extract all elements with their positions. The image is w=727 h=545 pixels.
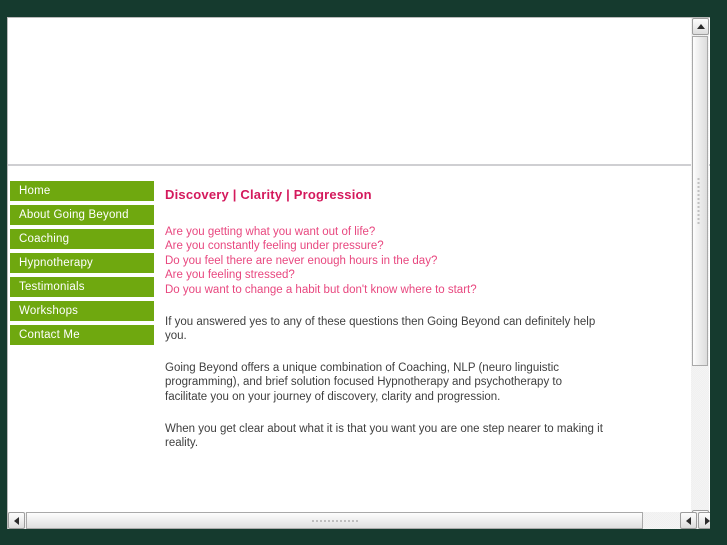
sidebar-item-hypnotherapy[interactable]: Hypnotherapy xyxy=(10,253,154,277)
horizontal-scrollbar-thumb[interactable] xyxy=(26,512,643,529)
question-item: Are you constantly feeling under pressur… xyxy=(165,240,384,253)
sidebar-item-contact-me[interactable]: Contact Me xyxy=(10,325,154,345)
scroll-left-icon xyxy=(13,516,19,525)
sidebar-item-label: Home xyxy=(19,185,51,197)
body-paragraph: Going Beyond offers a unique combination… xyxy=(165,361,562,403)
grip-icon xyxy=(311,519,359,523)
grip-icon xyxy=(697,177,704,225)
vertical-scrollbar-thumb[interactable] xyxy=(692,36,708,366)
sidebar-item-label: Hypnotherapy xyxy=(19,257,93,269)
scroll-right-button[interactable] xyxy=(698,512,710,529)
masthead-divider xyxy=(8,164,710,166)
scroll-left-button[interactable] xyxy=(8,512,25,529)
sidebar-item-label: Testimonials xyxy=(19,281,85,293)
sidebar-item-testimonials[interactable]: Testimonials xyxy=(10,277,154,301)
question-item: Are you getting what you want out of lif… xyxy=(165,225,376,238)
main-content: Discovery | Clarity | Progression Are yo… xyxy=(165,187,605,451)
sidebar-item-about-going-beyond[interactable]: About Going Beyond xyxy=(10,205,154,229)
sidebar-navigation: Home About Going Beyond Coaching Hypnoth… xyxy=(10,181,154,345)
sidebar-item-label: Coaching xyxy=(19,233,70,245)
question-item: Do you feel there are never enough hours… xyxy=(165,254,438,267)
sidebar-item-workshops[interactable]: Workshops xyxy=(10,301,154,325)
body-paragraph: If you answered yes to any of these ques… xyxy=(165,315,596,343)
sidebar-item-coaching[interactable]: Coaching xyxy=(10,229,154,253)
sidebar-item-home[interactable]: Home xyxy=(10,181,154,205)
scroll-left-icon xyxy=(685,516,691,525)
scroll-left-button-secondary[interactable] xyxy=(680,512,697,529)
browser-viewport: Home About Going Beyond Coaching Hypnoth… xyxy=(0,0,727,545)
page-title: Discovery | Clarity | Progression xyxy=(165,187,372,202)
sidebar-item-label: Contact Me xyxy=(19,329,80,341)
question-item: Do you want to change a habit but don't … xyxy=(165,283,477,296)
question-list: Are you getting what you want out of lif… xyxy=(165,225,605,298)
sidebar-item-label: Workshops xyxy=(19,305,79,317)
body-paragraph: When you get clear about what it is that… xyxy=(165,422,603,450)
scroll-up-button[interactable] xyxy=(692,18,709,35)
scroll-right-icon xyxy=(704,516,710,525)
sidebar-item-label: About Going Beyond xyxy=(19,209,129,221)
masthead-banner xyxy=(8,18,710,163)
page-canvas: Home About Going Beyond Coaching Hypnoth… xyxy=(7,17,710,529)
question-item: Are you feeling stressed? xyxy=(165,269,295,282)
scroll-up-icon xyxy=(696,23,705,29)
